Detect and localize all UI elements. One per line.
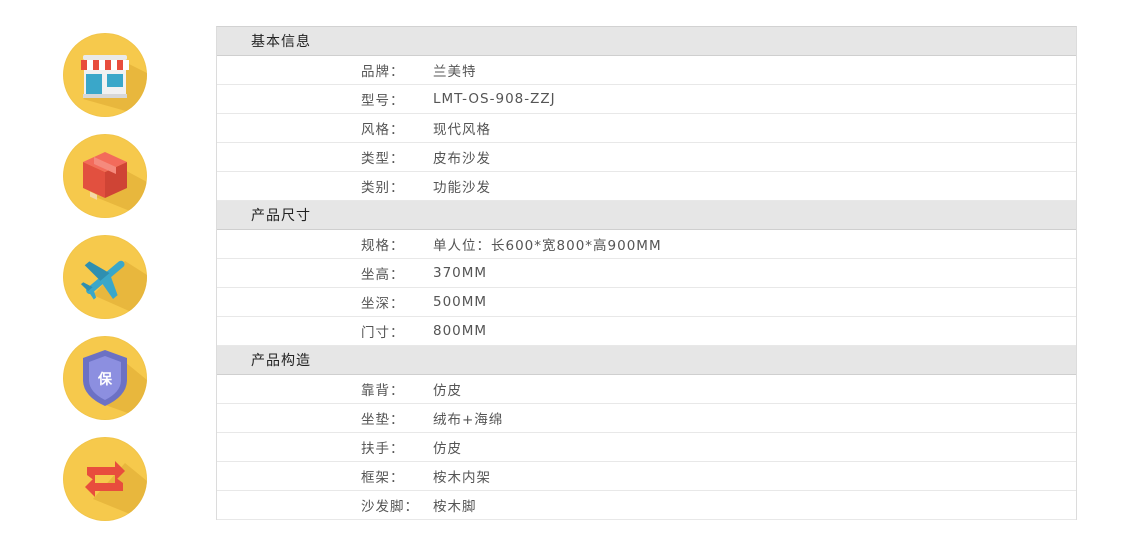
product-spec-table: 基本信息 品牌： 兰美特 型号： LMT-OS-908-ZZJ 风格： 现代风格…	[216, 26, 1077, 520]
warranty-shield-icon: 保	[63, 336, 147, 420]
spec-label: 品牌：	[361, 64, 405, 80]
spec-label: 型号：	[361, 93, 405, 109]
spec-row: 扶手： 仿皮	[217, 433, 1076, 462]
spec-label: 靠背：	[361, 383, 405, 399]
spec-row: 类别： 功能沙发	[217, 172, 1076, 201]
spec-label: 框架：	[361, 470, 405, 486]
spec-label: 坐深：	[361, 296, 405, 312]
section-title: 产品构造	[251, 353, 311, 369]
package-box-icon	[63, 134, 147, 218]
spec-label: 坐高：	[361, 267, 405, 283]
spec-value: 仿皮	[433, 441, 462, 457]
spec-row: 型号： LMT-OS-908-ZZJ	[217, 85, 1076, 114]
spec-label: 类别：	[361, 180, 405, 196]
spec-row: 坐深： 500MM	[217, 288, 1076, 317]
spec-value: 桉木脚	[433, 499, 477, 515]
return-exchange-icon	[63, 437, 147, 521]
spec-row: 框架： 桉木内架	[217, 462, 1076, 491]
shield-text: 保	[97, 371, 113, 388]
spec-value: 桉木内架	[433, 470, 491, 486]
spec-value: 单人位：长600*宽800*高900MM	[433, 238, 662, 254]
spec-row: 类型： 皮布沙发	[217, 143, 1076, 172]
spec-value: 皮布沙发	[433, 151, 491, 167]
spec-label: 扶手：	[361, 441, 405, 457]
spec-value: 800MM	[433, 323, 488, 339]
spec-value: LMT-OS-908-ZZJ	[433, 91, 556, 107]
store-icon	[63, 33, 147, 117]
spec-row: 规格： 单人位：长600*宽800*高900MM	[217, 230, 1076, 259]
spec-row: 品牌： 兰美特	[217, 56, 1076, 85]
spec-value: 功能沙发	[433, 180, 491, 196]
spec-row: 风格： 现代风格	[217, 114, 1076, 143]
section-header-basic-info: 基本信息	[217, 27, 1076, 56]
spec-value: 370MM	[433, 265, 488, 281]
section-title: 产品尺寸	[251, 208, 311, 224]
spec-row: 门寸： 800MM	[217, 317, 1076, 346]
spec-row: 靠背： 仿皮	[217, 375, 1076, 404]
spec-label: 沙发脚：	[361, 499, 419, 515]
section-title: 基本信息	[251, 34, 311, 50]
spec-label: 规格：	[361, 238, 405, 254]
spec-value: 仿皮	[433, 383, 462, 399]
airplane-icon	[63, 235, 147, 319]
section-header-construction: 产品构造	[217, 346, 1076, 375]
feature-icon-column: 保	[63, 33, 149, 538]
spec-label: 风格：	[361, 122, 405, 138]
spec-label: 门寸：	[361, 325, 405, 341]
spec-value: 现代风格	[433, 122, 491, 138]
spec-value: 500MM	[433, 294, 488, 310]
section-header-product-size: 产品尺寸	[217, 201, 1076, 230]
spec-row: 沙发脚： 桉木脚	[217, 491, 1076, 520]
spec-value: 绒布+海绵	[433, 412, 504, 428]
spec-label: 类型：	[361, 151, 405, 167]
spec-value: 兰美特	[433, 64, 477, 80]
spec-row: 坐垫： 绒布+海绵	[217, 404, 1076, 433]
spec-label: 坐垫：	[361, 412, 405, 428]
spec-row: 坐高： 370MM	[217, 259, 1076, 288]
